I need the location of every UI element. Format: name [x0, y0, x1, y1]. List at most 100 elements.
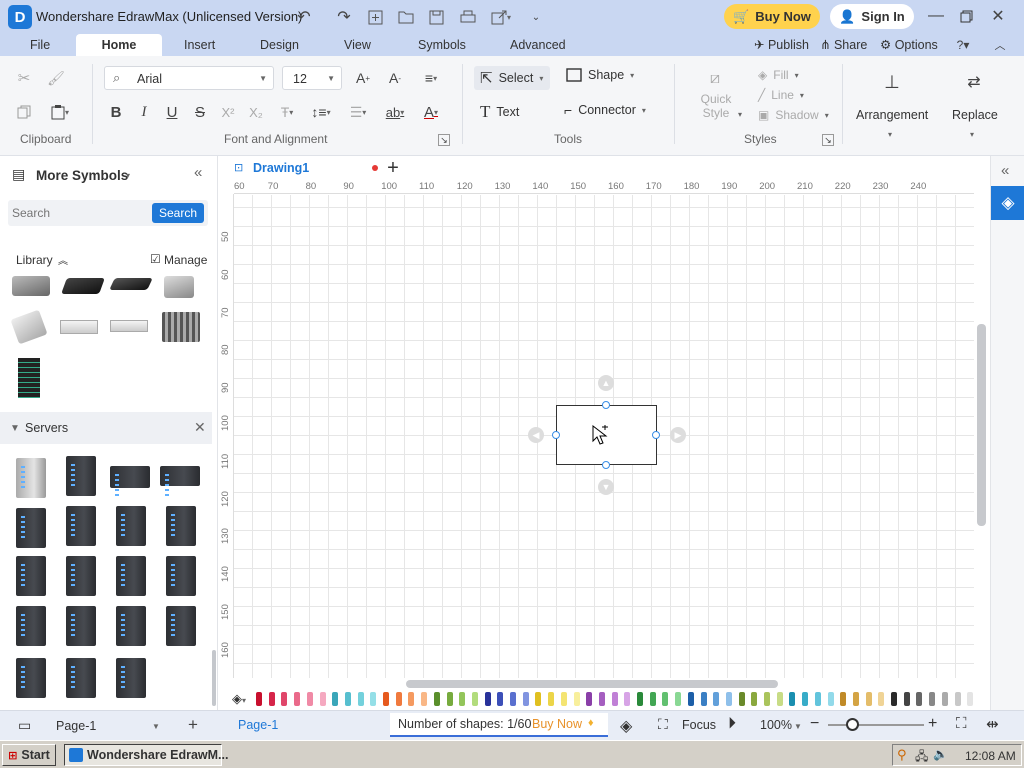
volume-icon[interactable]: 🔈 [933, 747, 948, 761]
zoom-out-icon[interactable]: − [810, 715, 819, 733]
color-swatch[interactable] [598, 692, 605, 706]
color-swatch[interactable] [611, 692, 618, 706]
color-swatch[interactable] [662, 692, 669, 706]
connector-tool[interactable]: ⌐ Connector ▾ [564, 102, 646, 118]
fit-page-icon[interactable]: ⛶ [956, 715, 967, 732]
color-swatch[interactable] [256, 692, 262, 706]
replace-label[interactable]: Replace [952, 108, 998, 122]
server-symbol[interactable] [166, 606, 196, 646]
server-symbol[interactable] [116, 606, 146, 646]
zoom-in-icon[interactable]: + [928, 715, 937, 733]
superscript-icon[interactable]: X² [218, 102, 238, 122]
symbol-device[interactable] [110, 320, 148, 332]
undo-icon[interactable]: ↶ [294, 7, 314, 27]
color-swatch[interactable] [891, 692, 897, 706]
color-swatch[interactable] [332, 692, 339, 706]
selection-handle[interactable] [552, 431, 560, 439]
color-swatch[interactable] [306, 692, 313, 706]
maximize-icon[interactable] [956, 6, 976, 26]
collapse-panel-icon[interactable]: « [194, 164, 202, 181]
italic-icon[interactable]: I [134, 102, 154, 122]
color-swatch[interactable] [649, 692, 656, 706]
symbol-device[interactable] [10, 309, 48, 345]
color-swatch[interactable] [510, 692, 516, 706]
color-swatch[interactable] [637, 692, 643, 706]
zoom-slider[interactable] [828, 724, 924, 726]
color-swatch[interactable] [446, 692, 453, 706]
symbol-device[interactable] [60, 320, 98, 334]
strikethrough-icon[interactable]: S [190, 102, 210, 122]
server-symbol[interactable] [166, 506, 196, 546]
color-swatch[interactable] [383, 692, 389, 706]
search-button[interactable]: Search [152, 203, 204, 223]
symbol-device[interactable] [61, 278, 105, 294]
menu-home[interactable]: Home [76, 34, 162, 56]
menu-file[interactable]: File [30, 34, 50, 56]
options-button[interactable]: ⚙ Options [880, 37, 938, 52]
replace-icon[interactable]: ⇄ [962, 70, 986, 94]
underline-icon[interactable]: U [162, 102, 182, 122]
open-icon[interactable] [396, 7, 416, 27]
server-symbol[interactable] [66, 506, 96, 546]
color-swatch[interactable] [713, 692, 720, 706]
color-swatch[interactable] [395, 692, 402, 706]
servers-section-header[interactable]: ▼ Servers ✕ [0, 412, 212, 444]
font-dialog-launcher-icon[interactable]: ↘ [438, 134, 450, 146]
text-case-icon[interactable]: Ŧ ▾ [274, 102, 300, 122]
new-icon[interactable] [365, 7, 385, 27]
collapse-ribbon-icon[interactable]: ︿ [992, 36, 1008, 54]
search-tray-icon[interactable]: ⚲ [897, 747, 907, 763]
focus-button[interactable]: Focus [682, 718, 716, 732]
color-swatch[interactable] [700, 692, 707, 706]
color-swatch[interactable] [433, 692, 440, 706]
arrow-right-icon[interactable]: ▶ [670, 427, 686, 443]
server-symbol[interactable] [16, 508, 46, 548]
color-swatch[interactable] [548, 692, 555, 706]
subscript-icon[interactable]: X₂ [246, 102, 266, 122]
server-symbol[interactable] [16, 606, 46, 646]
export-icon[interactable]: ▾ [488, 7, 514, 27]
color-swatch[interactable] [852, 692, 859, 706]
status-buy-now-link[interactable]: Buy Now [532, 717, 582, 731]
focus-icon[interactable]: ⛶ [658, 716, 668, 733]
server-symbol[interactable] [160, 466, 200, 498]
selection-handle[interactable] [602, 401, 610, 409]
server-symbol[interactable] [116, 556, 146, 596]
close-icon[interactable]: ✕ [988, 6, 1008, 26]
font-size-select[interactable]: 12 ▼ [282, 66, 342, 90]
color-swatch[interactable] [535, 692, 542, 706]
color-swatch[interactable] [751, 692, 758, 706]
zoom-slider-thumb[interactable] [846, 718, 859, 731]
color-swatch[interactable] [357, 692, 364, 706]
decrease-font-icon[interactable]: A- [384, 68, 406, 88]
symbol-device[interactable] [162, 312, 200, 342]
network-icon[interactable]: 🖧 [915, 747, 928, 768]
symbol-device[interactable] [18, 358, 40, 398]
text-tool[interactable]: T Text [480, 102, 519, 122]
menu-view[interactable]: View [344, 34, 371, 56]
library-label[interactable]: Library [16, 253, 53, 267]
more-icon[interactable]: ⌄ [528, 7, 544, 27]
font-color-icon[interactable]: A ▾ [416, 102, 446, 122]
menu-insert[interactable]: Insert [184, 34, 215, 56]
selection-handle[interactable] [652, 431, 660, 439]
color-swatch[interactable] [725, 692, 732, 706]
publish-button[interactable]: ✈ Publish [754, 37, 809, 52]
color-swatch[interactable] [865, 692, 872, 706]
server-symbol[interactable] [16, 658, 46, 698]
highlight-icon[interactable]: ab ▾ [380, 102, 410, 122]
taskbar-app-button[interactable]: Wondershare EdrawM... [64, 744, 228, 766]
save-icon[interactable] [426, 7, 446, 27]
share-button[interactable]: ⋔ Share [820, 37, 867, 52]
color-swatch[interactable] [687, 692, 694, 706]
close-section-icon[interactable]: ✕ [194, 419, 206, 436]
color-swatch[interactable] [344, 692, 351, 706]
color-swatch[interactable] [675, 692, 682, 706]
server-symbol[interactable] [116, 658, 146, 698]
line-button[interactable]: ╱ Line ▾ [758, 88, 804, 102]
chevron-up-icon[interactable]: ︽ [58, 252, 68, 267]
fill-button[interactable]: ◈ Fill ▾ [758, 68, 799, 82]
copy-icon[interactable] [14, 102, 34, 122]
select-tool[interactable]: ⇱ Select ▾ [474, 66, 550, 90]
color-swatch[interactable] [802, 692, 809, 706]
